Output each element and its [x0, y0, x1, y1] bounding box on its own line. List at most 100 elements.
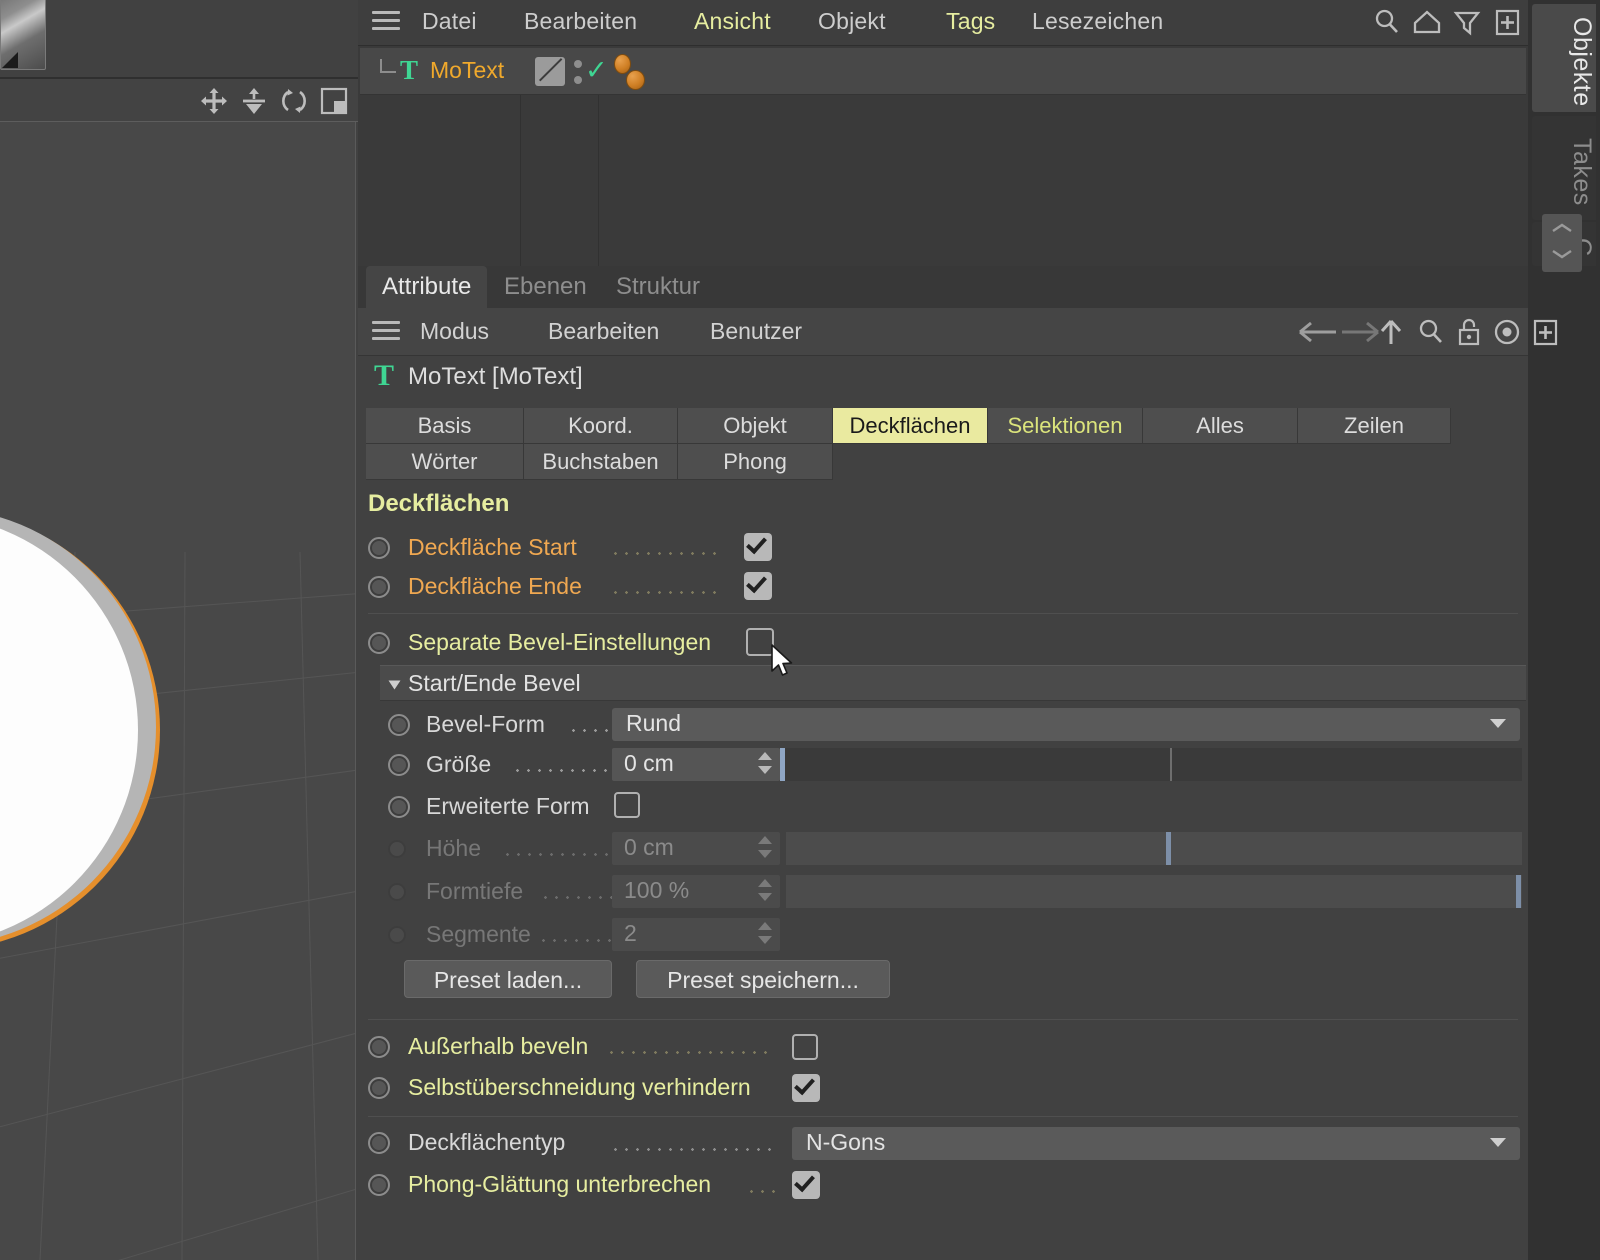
menu-ansicht[interactable]: Ansicht — [694, 8, 771, 35]
material-preview-thumbnail[interactable] — [0, 0, 46, 70]
phong-tag-icon[interactable] — [535, 57, 565, 86]
scroll-chevrons-icon[interactable] — [1542, 214, 1582, 272]
animation-track-pin[interactable] — [368, 537, 390, 559]
preset-speichern-button[interactable]: Preset speichern... — [636, 960, 890, 998]
dot-leader — [746, 1190, 780, 1193]
animation-track-pin[interactable] — [368, 576, 390, 598]
row-selbstueberschneidung: Selbstüberschneidung verhindern — [360, 1067, 1526, 1109]
visible-check-icon[interactable]: ✓ — [585, 55, 608, 86]
animation-track-pin[interactable] — [388, 714, 410, 736]
tab-struktur[interactable]: Struktur — [600, 266, 716, 308]
target-icon[interactable] — [1492, 317, 1522, 347]
add-layout-icon[interactable] — [1492, 7, 1522, 37]
chevron-down-icon — [1490, 1138, 1506, 1147]
hamburger-icon[interactable] — [372, 11, 400, 33]
dot-leader — [502, 853, 618, 856]
checkbox-phong-glaettung[interactable] — [792, 1170, 820, 1199]
tab-alles[interactable]: Alles — [1143, 408, 1298, 444]
visibility-dot-lower[interactable] — [574, 76, 582, 84]
row-formtiefe: Formtiefe 100 % — [360, 872, 1526, 915]
tab-woerter[interactable]: Wörter — [366, 444, 524, 480]
animation-track-pin[interactable] — [368, 1077, 390, 1099]
tab-koord[interactable]: Koord. — [524, 408, 678, 444]
tab-attribute[interactable]: Attribute — [366, 266, 488, 308]
tab-zeilen[interactable]: Zeilen — [1298, 408, 1451, 444]
scale-icon[interactable] — [240, 87, 268, 115]
search-icon[interactable] — [1416, 317, 1446, 347]
tab-phong[interactable]: Phong — [678, 444, 833, 480]
menu-datei[interactable]: Datei — [422, 8, 477, 35]
tab-deckflaechen[interactable]: Deckflächen — [833, 408, 988, 444]
checkbox-deckflaeche-ende[interactable] — [744, 571, 772, 600]
checkbox-erweiterte-form[interactable] — [614, 792, 640, 818]
checkbox-deckflaeche-start[interactable] — [744, 532, 772, 561]
animation-track-pin[interactable] — [368, 632, 390, 654]
tab-selektionen[interactable]: Selektionen — [988, 408, 1143, 444]
menu-objekt[interactable]: Objekt — [818, 8, 886, 35]
slider-formtiefe — [786, 875, 1522, 908]
dock-tab-objekte[interactable]: Objekte — [1532, 4, 1596, 112]
rotate-icon[interactable] — [280, 87, 308, 115]
object-manager-column-divider — [520, 95, 521, 266]
dropdown-deckflaechentyp[interactable]: N-Gons — [792, 1127, 1520, 1160]
attr-menu-benutzer[interactable]: Benutzer — [710, 318, 802, 345]
object-row-motext[interactable]: T MoText ✓ — [360, 48, 1526, 95]
row-phong-glaettung: Phong-Glättung unterbrechen — [360, 1166, 1526, 1208]
filter-icon[interactable] — [1452, 7, 1482, 37]
chevron-down-icon — [388, 680, 401, 690]
input-formtiefe: 100 % — [612, 875, 780, 908]
group-header-start-ende-bevel[interactable]: Start/Ende Bevel — [380, 665, 1526, 701]
animation-track-pin[interactable] — [368, 1174, 390, 1196]
search-icon[interactable] — [1372, 7, 1402, 37]
dropdown-bevel-form[interactable]: Rund — [612, 708, 1520, 741]
visibility-dot-upper[interactable] — [574, 60, 582, 68]
attr-menu-bearbeiten[interactable]: Bearbeiten — [548, 318, 659, 345]
tab-basis[interactable]: Basis — [366, 408, 524, 444]
label-selbstueberschneidung: Selbstüberschneidung verhindern — [408, 1074, 751, 1100]
menu-tags[interactable]: Tags — [946, 8, 995, 35]
dot-leader — [606, 1051, 772, 1054]
slider-groesse-handle[interactable] — [780, 748, 785, 781]
checkbox-ausserhalb-beveln[interactable] — [792, 1034, 818, 1060]
viewport-3d[interactable] — [0, 122, 356, 1260]
row-deckflaeche-ende: Deckfläche Ende — [360, 567, 1526, 606]
input-groesse[interactable]: 0 cm — [612, 748, 780, 781]
row-preset-buttons: Preset laden... Preset speichern... — [360, 958, 1526, 1012]
row-deckflaechentyp: Deckflächentyp N-Gons — [360, 1124, 1526, 1166]
input-segmente-value: 2 — [624, 920, 637, 946]
stepper-hoehe — [758, 836, 772, 862]
slider-groesse[interactable] — [780, 748, 1522, 781]
animation-track-pin[interactable] — [368, 1132, 390, 1154]
preset-laden-button[interactable]: Preset laden... — [404, 960, 612, 998]
up-arrow-icon[interactable] — [1376, 317, 1406, 347]
material-tag-icon-2[interactable] — [626, 70, 645, 90]
hamburger-icon[interactable] — [372, 321, 400, 343]
attribute-manager: Attribute Ebenen Struktur Modus Bearbeit… — [358, 266, 1558, 1260]
material-tag-icon[interactable] — [614, 54, 631, 74]
object-name[interactable]: MoText — [430, 57, 504, 84]
stepper-formtiefe — [758, 879, 772, 905]
animation-track-pin[interactable] — [388, 754, 410, 776]
slider-formtiefe-handle — [1516, 875, 1521, 908]
layout-icon[interactable] — [320, 87, 348, 115]
label-separate-bevel: Separate Bevel-Einstellungen — [408, 629, 712, 655]
animation-track-pin[interactable] — [388, 796, 410, 818]
tab-buchstaben[interactable]: Buchstaben — [524, 444, 678, 480]
object-manager-body[interactable] — [360, 95, 1526, 266]
home-icon[interactable] — [1412, 7, 1442, 37]
text-object-icon: T — [374, 359, 395, 392]
row-bevel-form: Bevel-Form Rund — [360, 705, 1526, 745]
add-icon[interactable] — [1530, 317, 1560, 347]
menu-bearbeiten[interactable]: Bearbeiten — [524, 8, 637, 35]
lock-icon[interactable] — [1454, 317, 1484, 347]
tab-ebenen[interactable]: Ebenen — [488, 266, 603, 308]
checkbox-selbstueberschneidung[interactable] — [792, 1073, 820, 1102]
animation-track-pin[interactable] — [368, 1036, 390, 1058]
row-erweiterte-form: Erweiterte Form — [360, 785, 1526, 829]
tab-objekt[interactable]: Objekt — [678, 408, 833, 444]
attr-menu-modus[interactable]: Modus — [420, 318, 489, 345]
menu-lesezeichen[interactable]: Lesezeichen — [1032, 8, 1163, 35]
stepper-groesse[interactable] — [758, 752, 772, 778]
dock-tab-takes[interactable]: Takes — [1532, 116, 1596, 220]
move-icon[interactable] — [200, 87, 228, 115]
